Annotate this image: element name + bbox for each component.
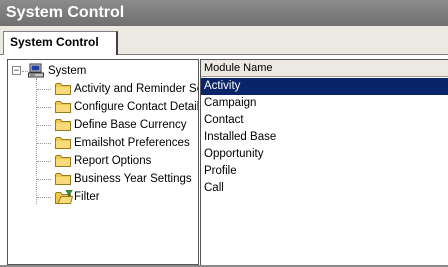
list-item[interactable]: Opportunity: [201, 146, 448, 163]
tree-connector: [37, 197, 51, 198]
tab-system-control[interactable]: System Control: [3, 31, 118, 55]
folder-icon: [55, 155, 71, 167]
tree-node-system[interactable]: − System: [8, 62, 198, 80]
list-item[interactable]: Installed Base: [201, 129, 448, 146]
collapse-icon[interactable]: −: [12, 66, 21, 75]
folder-icon: [55, 83, 71, 95]
column-header-module-name[interactable]: Module Name: [201, 60, 448, 77]
folder-icon: [55, 137, 71, 149]
tree-node-label: Business Year Settings: [74, 173, 192, 185]
computer-icon: [28, 63, 44, 78]
module-list[interactable]: Module Name Activity Campaign Contact In…: [200, 59, 448, 265]
folder-icon: [55, 101, 71, 113]
tree-connector: [37, 125, 51, 126]
folder-icon: [55, 173, 71, 185]
folder-icon: [55, 119, 71, 131]
list-item[interactable]: Contact: [201, 112, 448, 129]
tree-connector: [37, 107, 51, 108]
tree-node-activity-reminder[interactable]: Activity and Reminder Se: [8, 80, 198, 98]
list-item[interactable]: Campaign: [201, 95, 448, 112]
window-title: System Control: [0, 0, 448, 26]
tree-node-label: Emailshot Preferences: [74, 137, 190, 149]
tree-node-label: Filter: [74, 191, 100, 203]
list-item[interactable]: Profile: [201, 163, 448, 180]
tree-node-label: Activity and Reminder Se: [74, 83, 199, 95]
tree-node-label: System: [48, 65, 87, 77]
tree-connector: [37, 143, 51, 144]
tree-node-filter[interactable]: Filter: [8, 188, 198, 206]
list-item[interactable]: Activity: [201, 78, 448, 95]
tree-node-configure-contact[interactable]: Configure Contact Detail: [8, 98, 198, 116]
tree-node-emailshot[interactable]: Emailshot Preferences: [8, 134, 198, 152]
tree-node-label: Define Base Currency: [74, 119, 187, 131]
tree-connector: [37, 89, 51, 90]
list-item[interactable]: Call: [201, 180, 448, 197]
tree-node-label: Configure Contact Detail: [74, 101, 199, 113]
tree-connector: [37, 179, 51, 180]
tree-view[interactable]: − System Activity and Reminder Se Config…: [7, 59, 199, 265]
tree-node-report-options[interactable]: Report Options: [8, 152, 198, 170]
tree-node-label: Report Options: [74, 155, 152, 167]
tree-connector: [37, 161, 51, 162]
tree-node-base-currency[interactable]: Define Base Currency: [8, 116, 198, 134]
filter-folder-icon: [55, 190, 73, 204]
tab-strip: System Control: [0, 26, 448, 55]
tree-node-business-year[interactable]: Business Year Settings: [8, 170, 198, 188]
